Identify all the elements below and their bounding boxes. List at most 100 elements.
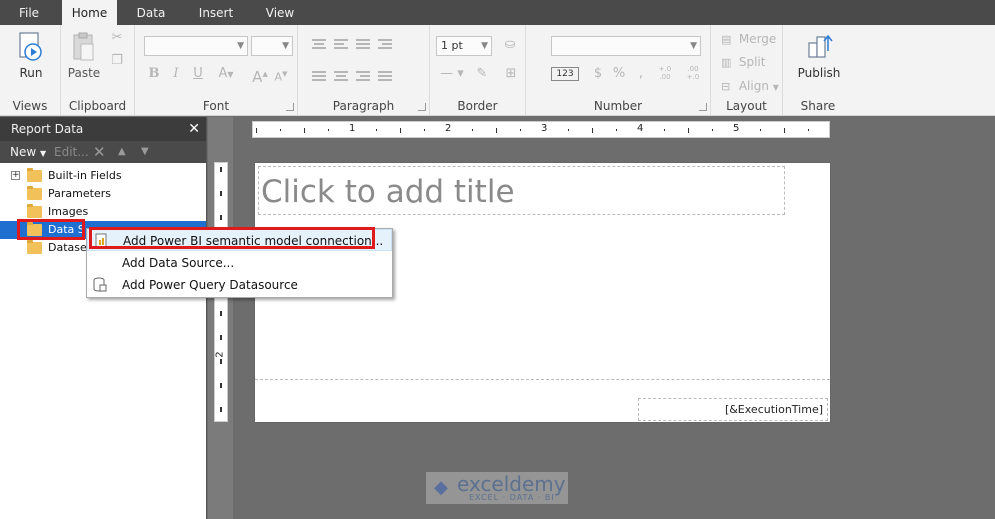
tree-item-label: Parameters: [48, 187, 111, 200]
underline-button[interactable]: U: [191, 65, 205, 83]
comma-button[interactable]: ,: [636, 65, 646, 83]
edit-button[interactable]: Edit...: [54, 141, 89, 163]
ruler-tick: [220, 407, 222, 412]
border-width-value: 1 pt: [441, 39, 463, 52]
placeholder-styles-button[interactable]: 123: [551, 67, 579, 81]
report-data-toolbar: New ▼ Edit... ✕ ▲ ▼: [0, 141, 206, 163]
align-label: Align: [738, 79, 769, 93]
tab-view[interactable]: View: [258, 0, 302, 25]
delete-icon[interactable]: ✕: [93, 141, 106, 163]
cut-icon[interactable]: ✂: [109, 29, 125, 47]
align-button[interactable]: ⊟ Align ▼: [721, 77, 779, 95]
paste-button[interactable]: Paste: [66, 31, 102, 80]
percent-button[interactable]: %: [612, 65, 626, 83]
publish-icon: [808, 34, 833, 58]
font-group-label: Font: [202, 99, 230, 113]
execution-time-field[interactable]: [&ExecutionTime]: [638, 398, 828, 421]
folder-icon: [27, 240, 42, 254]
tree-item-label: Datase: [48, 241, 87, 254]
ruler-tick: [520, 129, 521, 131]
italic-button[interactable]: I: [169, 65, 183, 83]
ruler-number: 5: [733, 123, 740, 134]
folder-icon: [27, 186, 42, 200]
merge-label: Merge: [738, 32, 777, 46]
move-down-icon[interactable]: ▼: [141, 141, 149, 163]
tab-data[interactable]: Data: [128, 0, 174, 25]
grow-font-button[interactable]: A▲: [251, 65, 269, 86]
shrink-font-label: A: [274, 70, 283, 84]
decrease-decimal-button[interactable]: .00 +.0: [682, 65, 704, 83]
ruler-tick: [808, 129, 809, 131]
run-label: Run: [19, 66, 43, 80]
ruler-tick: [568, 129, 569, 131]
ruler-tick: [256, 128, 257, 133]
font-dialog-launcher[interactable]: [286, 103, 294, 111]
report-title-box[interactable]: Click to add title: [258, 166, 785, 215]
number-format-select[interactable]: ▼: [551, 36, 701, 56]
tab-insert[interactable]: Insert: [188, 0, 244, 25]
font-size-select[interactable]: ▼: [251, 36, 293, 56]
ruler-number: 1: [349, 123, 356, 134]
paragraph-dialog-launcher[interactable]: [418, 103, 426, 111]
copy-icon[interactable]: ❐: [109, 52, 125, 70]
ruler-tick: [616, 129, 617, 131]
font-color-button[interactable]: A▼: [215, 65, 237, 83]
report-title-placeholder: Click to add title: [261, 174, 515, 210]
fill-color-icon[interactable]: ⛀: [498, 36, 522, 54]
watermark-tagline: EXCEL · DATA · BI: [469, 493, 555, 502]
ruler-tick: [220, 167, 222, 172]
increase-decimal-button[interactable]: +.0 .00: [654, 65, 676, 83]
shrink-font-button[interactable]: A▼: [273, 65, 289, 84]
menu-item-label: Add Power Query Datasource: [122, 278, 298, 292]
folder-icon: [27, 204, 42, 218]
number-group: ▼ 123 $ % , +.0 .00 .00 +.0 Number: [526, 25, 711, 116]
ruler-tick: [220, 359, 222, 364]
number-dialog-launcher[interactable]: [699, 103, 707, 111]
font-family-select[interactable]: ▼: [144, 36, 248, 56]
ruler-number: 4: [637, 123, 644, 134]
publish-button[interactable]: Publish: [797, 31, 841, 80]
borders-icon[interactable]: ⊞: [500, 65, 522, 83]
paragraph-group: Paragraph: [298, 25, 430, 116]
close-icon[interactable]: ✕: [188, 117, 200, 141]
menu-item-add-power-query-datasource[interactable]: Add Power Query Datasource: [87, 274, 392, 296]
report-data-panel: Report Data ✕ New ▼ Edit... ✕ ▲ ▼ + Buil…: [0, 117, 207, 519]
split-label: Split: [738, 55, 766, 69]
border-group-label: Border: [457, 99, 498, 113]
merge-button[interactable]: ▤ Merge: [721, 30, 776, 48]
report-data-title: Report Data: [11, 122, 84, 136]
tree-item-parameters[interactable]: Parameters: [0, 185, 206, 203]
border-width-select[interactable]: 1 pt ▼: [436, 36, 492, 56]
ruler-tick: [220, 311, 222, 316]
tab-file[interactable]: File: [9, 0, 49, 25]
move-up-icon[interactable]: ▲: [118, 141, 126, 163]
border-style-icon[interactable]: — ▾: [438, 65, 466, 83]
ruler-number: 2: [445, 123, 452, 134]
tab-home[interactable]: Home: [62, 0, 117, 25]
expand-icon[interactable]: +: [11, 171, 20, 180]
ruler-tick: [760, 129, 761, 131]
menu-item-label: Add Data Source...: [122, 256, 235, 270]
ruler-tick: [496, 128, 497, 133]
border-group: 1 pt ▼ ⛀ — ▾ ✎ ⊞ Border: [430, 25, 526, 116]
run-button[interactable]: Run: [10, 31, 52, 80]
paste-label: Paste: [67, 66, 101, 80]
ruler-tick: [472, 129, 473, 131]
bold-button[interactable]: B: [147, 65, 161, 83]
split-button[interactable]: ▥ Split: [721, 53, 765, 71]
ruler-tick: [280, 129, 281, 131]
ruler-tick: [688, 128, 689, 133]
menu-item-add-data-source[interactable]: Add Data Source...: [87, 252, 392, 274]
merge-icon: ▤: [721, 33, 732, 46]
align-icon: ⊟: [721, 80, 731, 93]
highlight-box-menu-item: [89, 227, 375, 249]
new-button[interactable]: New ▼: [10, 141, 46, 163]
tree-item-built-in-fields[interactable]: + Built-in Fields: [0, 167, 206, 185]
ruler-tick: [220, 383, 222, 388]
currency-button[interactable]: $: [592, 65, 604, 83]
horizontal-ruler: 1 2 3 4 5: [252, 121, 830, 138]
paragraph-group-label: Paragraph: [332, 99, 395, 113]
new-label: New: [10, 145, 37, 159]
border-color-icon[interactable]: ✎: [470, 65, 494, 83]
ruler-tick: [328, 129, 329, 131]
